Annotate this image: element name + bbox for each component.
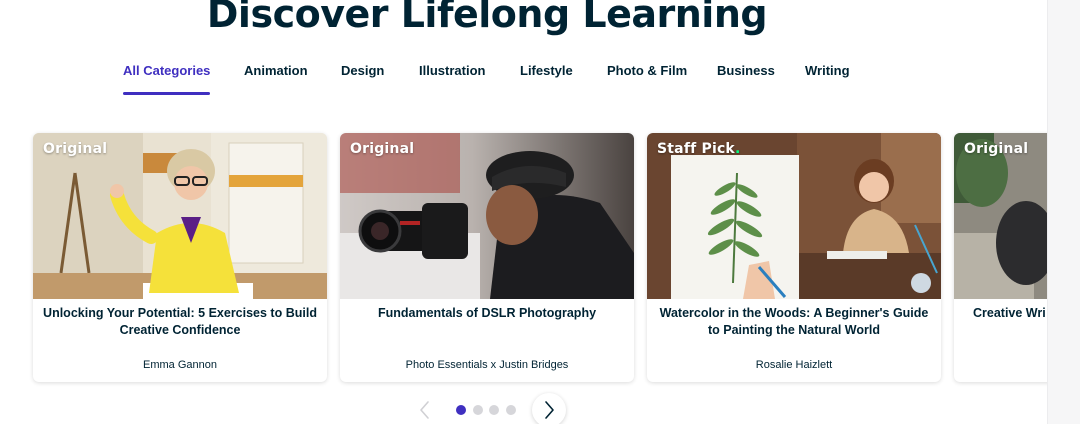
- class-carousel: Original Unlocking Your Potential: 5 Exe…: [0, 133, 1047, 383]
- class-card[interactable]: Original Unlocking Your Potential: 5 Exe…: [33, 133, 327, 382]
- class-thumbnail-image: [340, 133, 634, 299]
- original-badge: Original: [43, 141, 108, 157]
- staff-pick-dot: .: [734, 141, 741, 157]
- class-thumbnail: [340, 133, 634, 299]
- staff-pick-label: Staff Pick: [657, 141, 735, 157]
- class-author[interactable]: Photo Essentials x Justin Bridges: [346, 359, 628, 371]
- original-badge: Original: [350, 141, 415, 157]
- class-title[interactable]: Creative Wri: [973, 305, 1046, 322]
- class-thumbnail: [647, 133, 941, 299]
- class-card[interactable]: Original Creative Wri: [954, 133, 1047, 382]
- previous-button[interactable]: [408, 393, 442, 424]
- original-badge: Original: [964, 141, 1029, 157]
- tab-lifestyle[interactable]: Lifestyle: [520, 62, 573, 96]
- class-author[interactable]: Rosalie Haizlett: [653, 359, 935, 371]
- staff-pick-badge: Staff Pick.: [657, 141, 740, 157]
- class-author[interactable]: Emma Gannon: [39, 359, 321, 371]
- class-title[interactable]: Watercolor in the Woods: A Beginner's Gu…: [657, 305, 931, 339]
- page-dot-4[interactable]: [506, 405, 516, 415]
- class-card[interactable]: Original Fundamentals of DSLR Photograph…: [340, 133, 634, 382]
- tab-photo-film[interactable]: Photo & Film: [607, 62, 687, 96]
- scrollbar-track[interactable]: [1047, 0, 1080, 424]
- class-thumbnail-image: [954, 133, 1047, 299]
- page-dot-2[interactable]: [473, 405, 483, 415]
- tab-illustration[interactable]: Illustration: [419, 62, 485, 96]
- page: Discover Lifelong Learning All Categorie…: [0, 0, 1047, 424]
- next-button[interactable]: [532, 393, 566, 424]
- tab-business[interactable]: Business: [717, 62, 775, 96]
- class-title[interactable]: Unlocking Your Potential: 5 Exercises to…: [43, 305, 317, 339]
- class-thumbnail-image: [33, 133, 327, 299]
- page-dot-3[interactable]: [489, 405, 499, 415]
- chevron-left-icon: [420, 401, 429, 419]
- class-thumbnail-image: [647, 133, 941, 299]
- tab-writing[interactable]: Writing: [805, 62, 850, 96]
- class-card[interactable]: Staff Pick. Watercolor in the Woods: A B…: [647, 133, 941, 382]
- class-title[interactable]: Fundamentals of DSLR Photography: [350, 305, 624, 322]
- tab-animation[interactable]: Animation: [244, 62, 308, 96]
- chevron-right-icon: [545, 401, 554, 419]
- tab-all-categories[interactable]: All Categories: [123, 62, 211, 96]
- carousel-pagination: [0, 393, 1047, 424]
- page-dot-1[interactable]: [456, 405, 466, 415]
- class-thumbnail: [954, 133, 1047, 299]
- tab-design[interactable]: Design: [341, 62, 384, 96]
- class-thumbnail: [33, 133, 327, 299]
- page-title: Discover Lifelong Learning: [206, 0, 768, 36]
